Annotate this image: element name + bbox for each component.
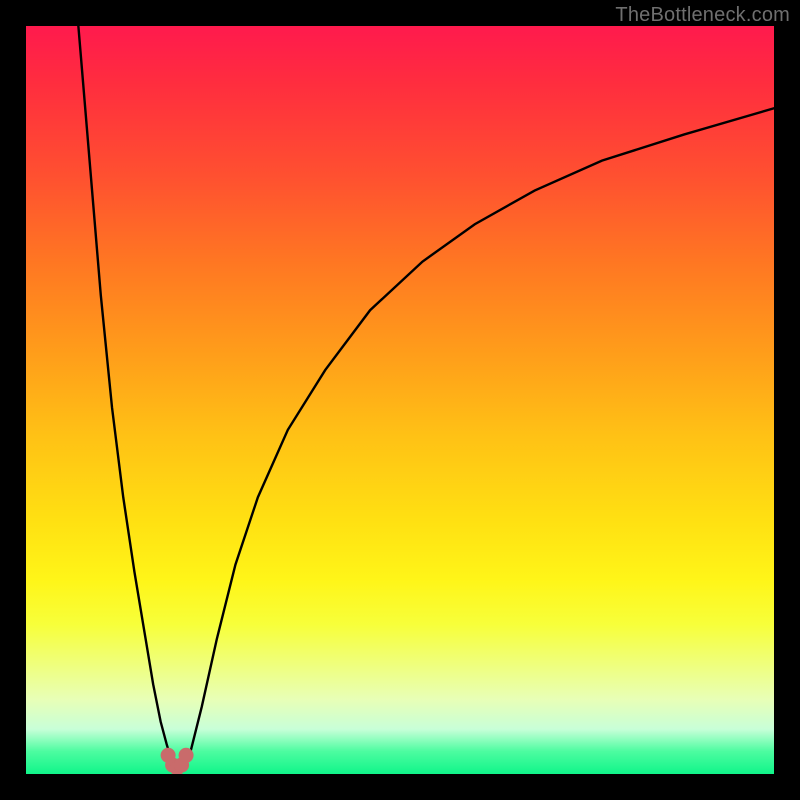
minimum-marker-group xyxy=(161,748,194,774)
bottleneck-curve-right xyxy=(183,108,774,770)
chart-frame: TheBottleneck.com xyxy=(0,0,800,800)
watermark-text: TheBottleneck.com xyxy=(615,4,790,27)
curve-layer xyxy=(26,26,774,774)
plot-area xyxy=(26,26,774,774)
minimum-marker xyxy=(179,748,194,763)
bottleneck-curve-left xyxy=(78,26,174,770)
